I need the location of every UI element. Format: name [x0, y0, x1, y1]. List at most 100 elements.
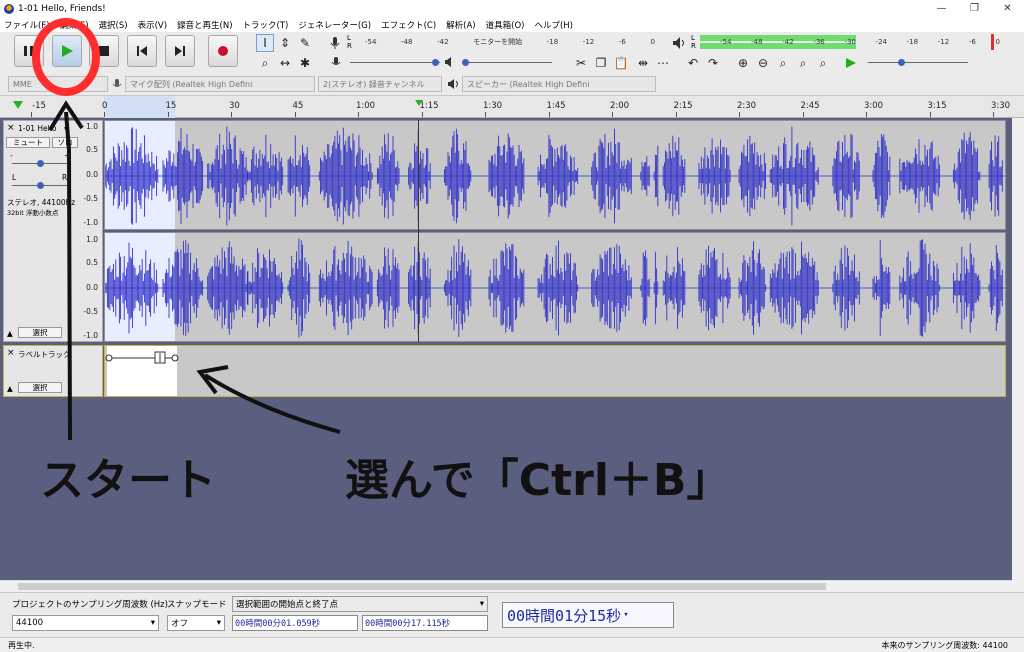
asterisk-icon: ✱: [299, 56, 311, 70]
audio-position-value: 00時間01分15秒: [507, 606, 622, 625]
label-collapse-icon[interactable]: ▲: [7, 384, 13, 393]
solo-button[interactable]: ソロ: [52, 137, 78, 148]
selection-end-time[interactable]: 00時間00分17.115秒: [362, 615, 488, 631]
track-menu-chevron-icon[interactable]: ▾: [64, 124, 68, 133]
menu-effect[interactable]: エフェクト(C): [381, 19, 436, 31]
play-speed-knob[interactable]: [898, 59, 905, 66]
copy-button[interactable]: ❐: [592, 54, 610, 72]
menu-tools[interactable]: 道具箱(O): [486, 19, 525, 31]
record-meter-l: L: [347, 34, 351, 42]
snap-mode-dropdown[interactable]: オフ ▾: [167, 615, 225, 631]
label-region-marker[interactable]: [105, 350, 185, 366]
pause-button[interactable]: [14, 35, 44, 67]
track-close-icon[interactable]: ×: [7, 123, 15, 133]
waveform-channel-left[interactable]: [104, 120, 1006, 230]
audio-position-display[interactable]: 00時間01分15秒 ▾: [502, 602, 674, 628]
timeline-tick: [929, 112, 931, 117]
track-area[interactable]: × 1-01 Hello ▾ ミュート ソロ - + L R ステレオ, 441…: [0, 118, 1012, 580]
input-device-dropdown[interactable]: マイク配列 (Realtek High Defini: [125, 76, 315, 92]
label-track-menu-chevron-icon[interactable]: ▾: [68, 349, 72, 358]
horizontal-scroll-thumb[interactable]: [18, 583, 826, 590]
restore-button[interactable]: ❐: [958, 0, 991, 17]
menu-file[interactable]: ファイル(F): [4, 19, 50, 31]
vertical-scrollbar[interactable]: [1012, 118, 1024, 580]
label-track-control-panel[interactable]: × ラベルトラック ▾ ▲ 選択: [3, 345, 103, 397]
play-tick: -12: [937, 38, 950, 46]
menu-transport[interactable]: 録音と再生(N): [177, 19, 233, 31]
selection-mode-dropdown[interactable]: 選択範囲の開始点と終了点 ▾: [232, 596, 488, 612]
speaker-volume-knob[interactable]: [462, 59, 469, 66]
envelope-tool[interactable]: ⇕: [276, 34, 294, 52]
play-tick: -30: [844, 38, 856, 46]
project-rate-dropdown[interactable]: 44100 ▾: [12, 615, 159, 631]
silence-button[interactable]: ⋯: [654, 54, 672, 72]
multi-tool[interactable]: ✱: [296, 54, 314, 72]
track-select-button[interactable]: 選択: [18, 327, 62, 338]
output-device-dropdown[interactable]: スピーカー (Realtek High Defini: [462, 76, 656, 92]
timeline-label: 1:30: [483, 101, 503, 111]
draw-tool[interactable]: ✎: [296, 34, 314, 52]
play-meter[interactable]: -54 -48 -42 -36 -30 -24 -18 -12 -6 0: [720, 36, 1000, 48]
host-dropdown[interactable]: MME: [8, 76, 108, 92]
collapse-track-icon[interactable]: ▲: [7, 329, 13, 338]
waveform-channel-right[interactable]: [104, 232, 1006, 342]
stop-button[interactable]: [89, 35, 119, 67]
skip-to-end-button[interactable]: [165, 35, 195, 67]
menu-tracks[interactable]: トラック(T): [243, 19, 289, 31]
mic-volume-knob[interactable]: [432, 59, 439, 66]
skip-to-start-button[interactable]: [127, 35, 157, 67]
selection-tool[interactable]: I: [256, 34, 274, 52]
rec-tick: -42: [437, 38, 449, 46]
monitor-start-label[interactable]: モニターを開始: [473, 37, 522, 47]
label-track-close-icon[interactable]: ×: [7, 348, 15, 358]
label-track-name[interactable]: ラベルトラック: [18, 349, 71, 360]
record-button[interactable]: [208, 35, 238, 67]
menu-view[interactable]: 表示(V): [138, 19, 167, 31]
menu-analyze[interactable]: 解析(A): [446, 19, 475, 31]
menu-edit[interactable]: 編集(E): [60, 19, 89, 31]
mute-button[interactable]: ミュート: [6, 137, 50, 148]
horizontal-scrollbar[interactable]: [0, 580, 1012, 592]
speaker-volume-track[interactable]: [462, 62, 552, 63]
menu-generate[interactable]: ジェネレーター(G): [298, 19, 371, 31]
gain-slider-knob[interactable]: [37, 160, 44, 167]
timeshift-tool[interactable]: ↔: [276, 54, 294, 72]
play-at-speed-icon[interactable]: [845, 57, 857, 69]
fit-project-button[interactable]: ⌕: [794, 54, 812, 72]
selection-start-time[interactable]: 00時間00分01.059秒: [232, 615, 358, 631]
paste-button[interactable]: 📋: [612, 54, 630, 72]
menu-help[interactable]: ヘルプ(H): [534, 19, 573, 31]
audacity-window: 1-01 Hello, Friends! — ❐ ✕ ファイル(F) 編集(E)…: [0, 0, 1024, 652]
label-track-select-button[interactable]: 選択: [18, 382, 62, 393]
mic-volume-track[interactable]: [350, 62, 440, 63]
play-speed-track[interactable]: [868, 62, 968, 63]
title-bar: 1-01 Hello, Friends! — ❐ ✕: [0, 0, 1024, 17]
undo-button[interactable]: ↶: [684, 54, 702, 72]
ruler-tick: 1.0: [86, 122, 98, 131]
pan-slider-knob[interactable]: [37, 182, 44, 189]
zoom-in-button[interactable]: ⊕: [734, 54, 752, 72]
record-meter[interactable]: -54 -48 -42 モニターを開始 -18 -12 -6 0: [365, 36, 655, 48]
pan-right-label: R: [62, 173, 68, 182]
menu-select[interactable]: 選択(S): [99, 19, 128, 31]
chevron-down-icon: ▾: [479, 599, 484, 609]
selection-mode-value: 選択範囲の開始点と終了点: [236, 600, 339, 610]
fit-selection-button[interactable]: ⌕: [774, 54, 792, 72]
play-button[interactable]: [52, 35, 82, 67]
label-track-lane[interactable]: [104, 345, 1006, 397]
cut-button[interactable]: ✂: [572, 54, 590, 72]
zoom-toggle-button[interactable]: ⌕: [814, 54, 832, 72]
trim-button[interactable]: ⇹: [634, 54, 652, 72]
minimize-button[interactable]: —: [925, 0, 958, 17]
zoom-out-button[interactable]: ⊖: [754, 54, 772, 72]
timeline-tick: [421, 112, 423, 117]
zoom-tool[interactable]: ⌕: [256, 54, 274, 72]
zoom-out-icon: ⊖: [757, 56, 769, 70]
playback-head-icon[interactable]: [12, 100, 24, 110]
redo-button[interactable]: ↷: [704, 54, 722, 72]
skip-start-icon: [137, 46, 147, 56]
timeline-ruler[interactable]: -15 0 15 30 45 1:00 1:15 1:30 1:45 2:00 2:15 2:30 2:…: [0, 96, 1024, 118]
channels-dropdown[interactable]: 2(ステレオ) 録音チャンネル: [318, 76, 442, 92]
track-name[interactable]: 1-01 Hello: [18, 124, 56, 133]
close-button[interactable]: ✕: [991, 0, 1024, 17]
